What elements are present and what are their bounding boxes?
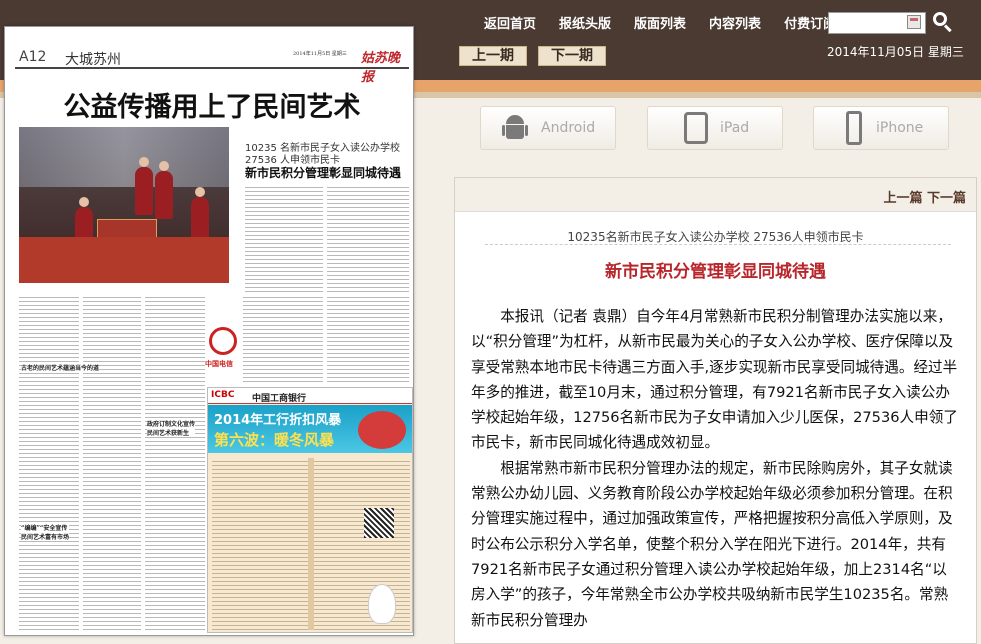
tablet-icon (684, 112, 708, 144)
article-subhead: 古老的民间艺术蕴涵当今的道 (21, 363, 100, 372)
china-telecom-label: 中国电信 (205, 359, 233, 368)
page-number: A12 (19, 49, 47, 65)
text-column[interactable] (83, 295, 141, 631)
article-subtitle: 10235名新市民子女入读公办学校 27536人申领市民卡 (567, 230, 864, 244)
prev-next-article-links[interactable]: 上一篇 下一篇 (883, 187, 966, 206)
bank-name: 中国工商银行 (252, 394, 307, 404)
text-column[interactable] (243, 295, 323, 383)
main-nav: 返回首页 报纸头版 版面列表 内容列表 付费订阅 (484, 13, 859, 32)
text-column[interactable] (145, 295, 205, 631)
page-section: 大城苏州 (65, 52, 121, 68)
news-photo[interactable] (19, 127, 229, 283)
device-tab-ipad[interactable]: iPad (647, 106, 783, 150)
nav-home[interactable]: 返回首页 (484, 13, 536, 32)
page-header: A12 大城苏州 2014年11月5日 星期三 姑苏晚报 (15, 47, 409, 85)
newspaper-page-thumbnail[interactable]: A12 大城苏州 2014年11月5日 星期三 姑苏晚报 公益传播用上了民间艺术… (4, 26, 414, 636)
story-subheadline[interactable]: 新市民积分管理彰显同城待遇 (245, 164, 401, 181)
nav-content-list[interactable]: 内容列表 (709, 13, 761, 32)
ad-subtitle: 第六波：暖冬风暴 (214, 431, 335, 449)
page-headline[interactable]: 公益传播用上了民间艺术 (15, 85, 409, 124)
android-icon (502, 115, 528, 143)
device-label: Android (541, 120, 596, 136)
china-telecom-logo (209, 327, 237, 355)
article-subhead: 政府订制文化宣传 民间艺术获新生 (147, 419, 196, 437)
masthead-logo: 姑苏晚报 (361, 51, 401, 85)
prev-issue-button[interactable]: 上一期 (459, 46, 527, 66)
article-body: 本报讯（记者 袁鼎）自今年4月常熟新市民积分制管理办法实施以来，以“积分管理”为… (471, 304, 959, 633)
article-title: 新市民积分管理彰显同城待遇 (605, 262, 826, 282)
device-tab-iphone[interactable]: iPhone (813, 106, 949, 150)
article-subhead: “编编”“安全宣传 民间艺术富有市场 (21, 523, 70, 541)
nav-front-page[interactable]: 报纸头版 (559, 13, 611, 32)
ad-title: 2014年工行折扣风暴 (214, 413, 342, 428)
device-label: iPhone (876, 120, 924, 136)
search-icon[interactable] (932, 10, 954, 34)
device-tab-android[interactable]: Android (480, 106, 616, 150)
article-paragraph: 本报讯（记者 袁鼎）自今年4月常熟新市民积分制管理办法实施以来，以“积分管理”为… (471, 308, 958, 452)
device-label: iPad (720, 120, 750, 136)
icbc-advertisement[interactable]: ICBC 中国工商银行 2014年工行折扣风暴 第六波：暖冬风暴 (207, 387, 413, 633)
text-column[interactable] (327, 295, 409, 383)
phone-icon (846, 111, 862, 145)
qr-code-icon (364, 508, 394, 538)
snowman-icon (368, 584, 396, 624)
calendar-icon[interactable] (907, 15, 921, 29)
text-column[interactable] (19, 295, 79, 631)
next-issue-button[interactable]: 下一期 (538, 46, 606, 66)
ad-badge (358, 411, 406, 449)
article-panel: 上一篇 下一篇 10235名新市民子女入读公办学校 27536人申领市民卡 新市… (454, 177, 977, 644)
article-toolbar: 上一篇 下一篇 (455, 178, 976, 212)
nav-page-list[interactable]: 版面列表 (634, 13, 686, 32)
article-paragraph: 根据常熟市新市民积分管理办法的规定，新市民除购房外，其子女就读常熟公办幼儿园、义… (471, 459, 953, 629)
icbc-logo: ICBC (211, 390, 235, 400)
article-divider (485, 244, 951, 245)
page-date: 2014年11月5日 星期三 (293, 51, 347, 57)
issue-date: 2014年11月05日 星期三 (827, 45, 964, 59)
